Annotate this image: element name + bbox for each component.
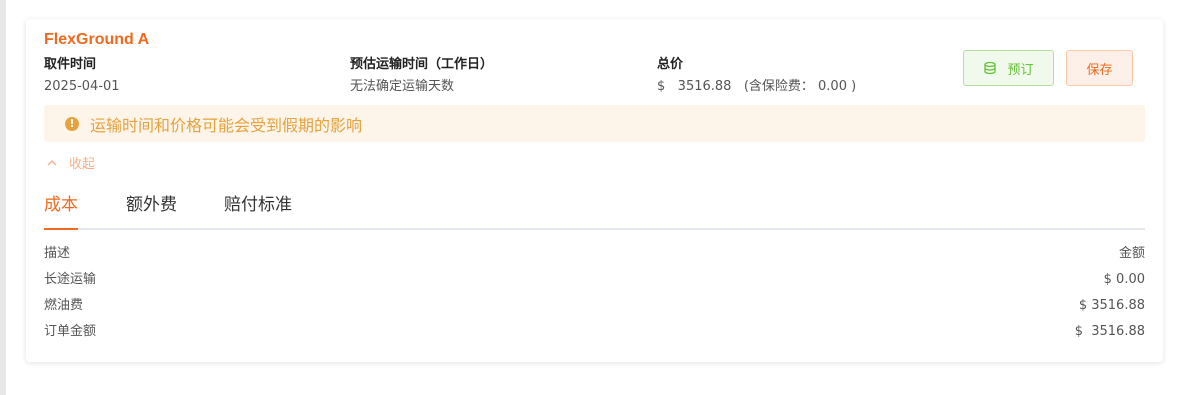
detail-tabs: 成本 额外费 赔付标准: [44, 191, 1145, 230]
table-row: 长途运输 $ 0.00: [44, 270, 1145, 296]
header-description: 描述: [44, 246, 71, 261]
active-tab-indicator: [44, 228, 78, 230]
tab-extra-fees[interactable]: 额外费: [126, 194, 177, 216]
row-description: 燃油费: [44, 298, 84, 313]
total-price-value: $ 3516.88 (含保险费： 0.00 ): [657, 79, 857, 94]
total-price-label: 总价: [657, 57, 684, 72]
chevron-up-icon: [47, 159, 57, 165]
row-description: 订单金额: [44, 324, 97, 339]
total-price-block: 总价 $ 3516.88 (含保险费： 0.00 ): [657, 57, 856, 95]
tab-cost-label: 成本: [44, 195, 78, 215]
tab-compensation[interactable]: 赔付标准: [224, 194, 292, 216]
book-button[interactable]: 预订: [963, 50, 1054, 86]
cost-table: 描述 金额 长途运输 $ 0.00 燃油费 $ 3516.88 订单金额 $ 3…: [44, 244, 1145, 348]
row-amount: $ 3516.88: [1074, 324, 1145, 339]
header-amount: 金额: [1118, 246, 1145, 261]
transit-time-block: 预估运输时间（工作日） 无法确定运输天数: [350, 57, 493, 95]
pickup-time-label: 取件时间: [44, 57, 97, 72]
book-button-label: 预订: [1007, 62, 1034, 78]
pickup-time-value: 2025-04-01: [44, 79, 120, 94]
holiday-notice: ! 运输时间和价格可能会受到假期的影响: [44, 105, 1145, 142]
save-button[interactable]: 保存: [1066, 50, 1133, 86]
exclamation-circle-icon: !: [65, 116, 79, 131]
table-row: 订单金额 $ 3516.88: [44, 322, 1145, 348]
collapse-label: 收起: [69, 157, 96, 172]
row-amount: $ 0.00: [1103, 272, 1145, 287]
tab-extra-fees-label: 额外费: [126, 195, 177, 215]
collapse-toggle[interactable]: 收起: [46, 153, 95, 172]
save-button-label: 保存: [1086, 62, 1113, 78]
pickup-time-block: 取件时间 2025-04-01: [44, 57, 120, 95]
row-amount: $ 3516.88: [1078, 298, 1145, 313]
cost-table-header: 描述 金额: [44, 244, 1145, 270]
holiday-notice-text: 运输时间和价格可能会受到假期的影响: [90, 115, 363, 135]
transit-time-label: 预估运输时间（工作日）: [350, 57, 494, 72]
tab-cost[interactable]: 成本: [44, 194, 78, 230]
row-description: 长途运输: [44, 272, 97, 287]
coins-icon: [984, 61, 997, 75]
table-row: 燃油费 $ 3516.88: [44, 296, 1145, 322]
quote-card: FlexGround A 取件时间 2025-04-01 预估运输时间（工作日）…: [26, 19, 1163, 362]
tab-compensation-label: 赔付标准: [224, 195, 292, 215]
transit-time-value: 无法确定运输天数: [350, 79, 455, 94]
carrier-name: FlexGround A: [44, 31, 150, 48]
page: FlexGround A 取件时间 2025-04-01 预估运输时间（工作日）…: [6, 0, 1182, 395]
